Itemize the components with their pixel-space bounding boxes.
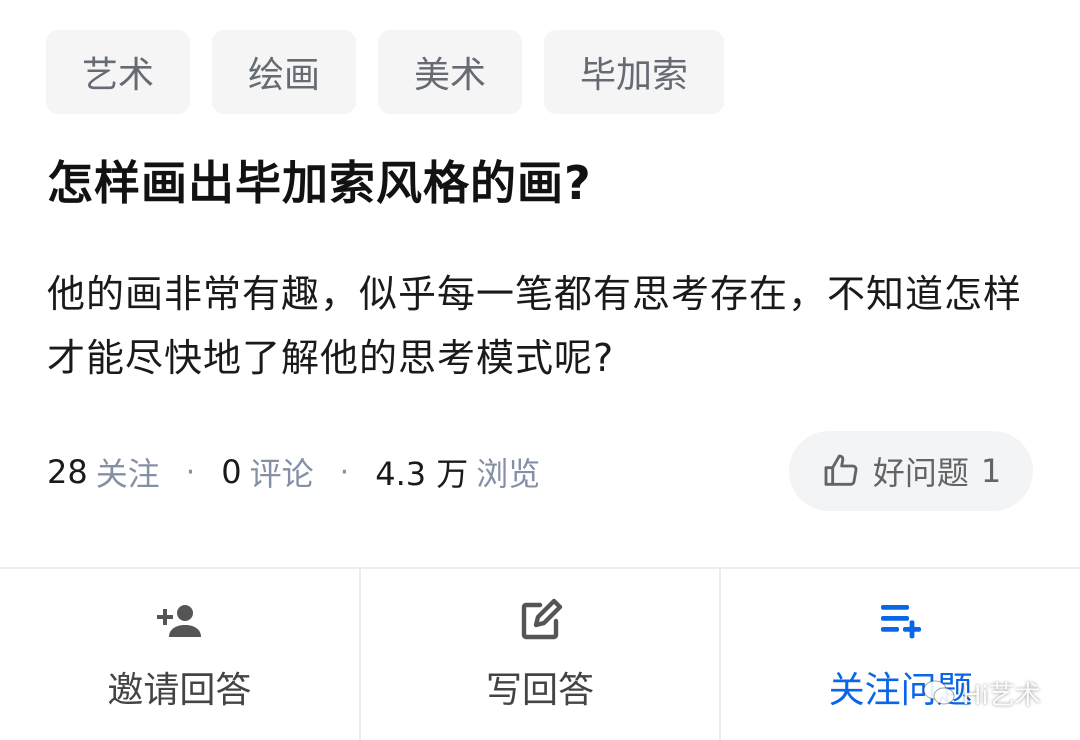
followers-count: 28 <box>47 453 88 491</box>
invite-answer-button[interactable]: 邀请回答 <box>0 569 361 740</box>
topic-tags: 艺术 绘画 美术 毕加索 <box>46 30 725 114</box>
edit-icon <box>521 598 563 639</box>
wechat-icon <box>923 680 955 705</box>
good-question-button[interactable]: 好问题 1 <box>789 431 1033 511</box>
thumbs-up-icon <box>824 454 858 486</box>
question-page: 艺术 绘画 美术 毕加索 怎样画出毕加索风格的画? 他的画非常有趣，似乎每一笔都… <box>0 0 1080 740</box>
follow-question-button[interactable]: 关注问题 <box>721 569 1080 740</box>
separator-dot: · <box>339 454 350 490</box>
question-detail: 他的画非常有趣，似乎每一笔都有思考存在，不知道怎样才能尽快地了解他的思考模式呢? <box>47 272 1023 380</box>
views-count: 4.3 万 <box>375 455 469 493</box>
separator-dot: · <box>185 454 196 490</box>
question-title: 怎样画出毕加索风格的画? <box>47 156 592 210</box>
playlist-add-icon <box>880 604 921 638</box>
add-person-icon <box>157 604 202 637</box>
topic-tag[interactable]: 美术 <box>378 30 523 114</box>
question-stats: 28 关注 · 0 评论 · 4.3 万 浏览 <box>47 438 540 506</box>
watermark-text: Hi艺术 <box>962 680 1041 711</box>
good-question-label: 好问题 <box>872 454 969 492</box>
write-answer-button[interactable]: 写回答 <box>361 569 722 740</box>
action-bar: 邀请回答 写回答 关注问题 <box>0 567 1080 740</box>
write-answer-label: 写回答 <box>486 669 595 711</box>
watermark: Hi艺术 <box>922 676 1041 711</box>
good-question-count: 1 <box>980 452 1002 490</box>
views-label: 浏览 <box>476 455 541 493</box>
comments-label[interactable]: 评论 <box>250 449 314 495</box>
comments-count[interactable]: 0 <box>221 453 241 491</box>
followers-label: 关注 <box>95 455 160 493</box>
topic-tag[interactable]: 绘画 <box>212 30 357 114</box>
invite-answer-label: 邀请回答 <box>107 669 252 711</box>
topic-tag[interactable]: 毕加索 <box>544 30 725 114</box>
topic-tag[interactable]: 艺术 <box>46 30 191 114</box>
